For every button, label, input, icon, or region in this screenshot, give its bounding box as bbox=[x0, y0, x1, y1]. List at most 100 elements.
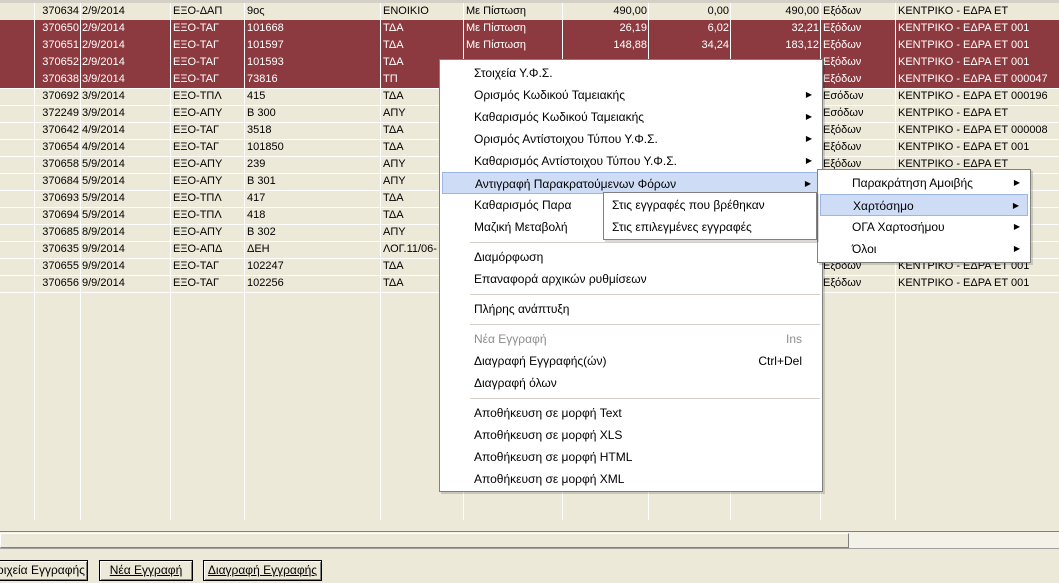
table-cell: 26,19 bbox=[619, 22, 647, 34]
table-cell: Εσόδων bbox=[823, 107, 864, 119]
table-cell: 370638 bbox=[42, 73, 79, 85]
table-cell: 370693 bbox=[42, 192, 79, 204]
table-cell: ΕΝΟΙΚΙΟ bbox=[383, 5, 429, 17]
context-menu-item[interactable]: Αποθήκευση σε μορφή XLS bbox=[442, 424, 820, 446]
table-cell: 102247 bbox=[247, 260, 284, 272]
table-cell: Εξόδων bbox=[823, 22, 862, 34]
table-cell: 370635 bbox=[42, 243, 79, 255]
submenu-item[interactable]: Στις επιλεγμένες εγγραφές bbox=[606, 216, 814, 238]
table-cell: ΕΞΟ-ΤΠΛ bbox=[173, 192, 222, 204]
context-menu-item[interactable]: Αποθήκευση σε μορφή Text bbox=[442, 402, 820, 424]
table-cell: 490,00 bbox=[785, 5, 819, 17]
table-cell bbox=[0, 224, 29, 241]
submenu-item-label: Στις επιλεγμένες εγγραφές bbox=[612, 220, 752, 234]
context-menu-item[interactable]: Νέα Εγγραφή Ins bbox=[442, 328, 820, 350]
delete-record-button[interactable]: Διαγραφή Εγγραφής bbox=[203, 560, 322, 581]
submenu-item[interactable]: Χαρτόσημο ▶ bbox=[820, 194, 1028, 216]
table-cell: 370658 bbox=[42, 158, 79, 170]
table-cell: ΔΕΗ bbox=[247, 243, 270, 255]
context-menu-item[interactable]: Αντιγραφή Παρακρατούμενων Φόρων ▶ bbox=[442, 172, 820, 194]
table-row[interactable]: 370650 2/9/2014 ΕΞΟ-ΤΑΓ 101668 ΤΔΑ Με Πίστωση… bbox=[0, 20, 1059, 38]
table-cell: ΚΕΝΤΡΙΚΟ - ΕΔΡΑ ΕΤ 001 bbox=[898, 141, 1030, 153]
table-cell: 34,24 bbox=[701, 39, 729, 51]
context-menu-item[interactable]: Διαγραφή Εγγραφής(ών) Ctrl+Del bbox=[442, 350, 820, 372]
table-cell: 73816 bbox=[247, 73, 278, 85]
context-menu-item-label: Αποθήκευση σε μορφή Text bbox=[474, 406, 622, 420]
context-menu-item[interactable]: Επαναφορά αρχικών ρυθμίσεων bbox=[442, 268, 820, 290]
new-record-label: Νέα Εγγραφή bbox=[109, 563, 183, 577]
submenu-item[interactable]: ΟΓΑ Χαρτοσήμου ▶ bbox=[820, 216, 1028, 238]
table-cell: 490,00 bbox=[613, 5, 647, 17]
context-menu-item-label: Διαγραφή όλων bbox=[474, 376, 557, 390]
table-cell: Εξόδων bbox=[823, 5, 862, 17]
table-cell: ΕΞΟ-ΤΑΓ bbox=[173, 56, 220, 68]
context-menu-item-label: Καθαρισμός Αντίστοιχου Τύπου Υ.Φ.Σ. bbox=[474, 154, 677, 168]
table-cell: ΕΞΟ-ΤΠΛ bbox=[173, 209, 222, 221]
context-menu-item[interactable]: Στοιχεία Υ.Φ.Σ. bbox=[442, 62, 820, 84]
table-cell: 370634 bbox=[42, 5, 79, 17]
table-cell: ΕΞΟ-ΤΑΓ bbox=[173, 22, 220, 34]
record-details-button[interactable]: οιχεία Εγγραφής bbox=[0, 560, 88, 581]
table-cell: 2/9/2014 bbox=[82, 56, 125, 68]
context-menu-item-label: Νέα Εγγραφή bbox=[474, 332, 547, 346]
submenu-item[interactable]: Στις εγγραφές που βρέθηκαν bbox=[606, 194, 814, 216]
table-cell: 370685 bbox=[42, 226, 79, 238]
menu-separator bbox=[470, 294, 820, 295]
table-cell: ΕΞΟ-ΑΠΔ bbox=[173, 243, 223, 255]
table-row[interactable]: 370634 2/9/2014 ΕΞΟ-ΔΑΠ 9ος ΕΝΟΙΚΙΟ Με Πίστωσ… bbox=[0, 3, 1059, 21]
context-menu-item-label: Διαγραφή Εγγραφής(ών) bbox=[474, 354, 607, 368]
table-cell: Εξόδων bbox=[823, 39, 862, 51]
table-cell: Εξόδων bbox=[823, 277, 862, 289]
table-cell: Β 300 bbox=[247, 107, 276, 119]
table-row[interactable]: 370651 2/9/2014 ΕΞΟ-ΤΑΓ 101597 ΤΔΑ Με Πίστωση… bbox=[0, 37, 1059, 55]
table-cell: 370654 bbox=[42, 141, 79, 153]
table-cell: 4/9/2014 bbox=[82, 124, 125, 136]
context-menu-item[interactable]: Διαμόρφωση bbox=[442, 246, 820, 268]
submenu-arrow-icon: ▶ bbox=[1013, 244, 1020, 253]
table-cell: 370650 bbox=[42, 22, 79, 34]
context-menu-item[interactable]: Διαγραφή όλων bbox=[442, 372, 820, 394]
menu-separator bbox=[470, 242, 820, 243]
table-cell: 101597 bbox=[247, 39, 284, 51]
context-menu-item[interactable]: Πλήρης ανάπτυξη bbox=[442, 298, 820, 320]
table-cell: ΕΞΟ-ΤΑΓ bbox=[173, 39, 220, 51]
bottom-toolbar: οιχεία Εγγραφής Νέα Εγγραφή Διαγραφή Εγγ… bbox=[0, 548, 1059, 583]
context-menu-item[interactable]: Καθαρισμός Κωδικού Ταμειακής ▶ bbox=[442, 106, 820, 128]
submenu-item[interactable]: Όλοι ▶ bbox=[820, 238, 1028, 260]
table-cell bbox=[0, 37, 29, 54]
scrollbar-thumb[interactable] bbox=[0, 533, 849, 548]
context-menu-item-label: Ορισμός Αντίστοιχου Τύπου Υ.Φ.Σ. bbox=[474, 132, 658, 146]
table-cell bbox=[0, 122, 29, 139]
submenu-arrow-icon: ▶ bbox=[1013, 178, 1020, 187]
table-cell: Εξόδων bbox=[823, 141, 862, 153]
table-cell: ΚΕΝΤΡΙΚΟ - ΕΔΡΑ ΕΤ 001 bbox=[898, 22, 1030, 34]
context-menu-item[interactable]: Αποθήκευση σε μορφή HTML bbox=[442, 446, 820, 468]
table-cell: 370655 bbox=[42, 260, 79, 272]
table-cell: Με Πίστωση bbox=[466, 22, 526, 34]
submenu-item-label: Παρακράτηση Αμοιβής bbox=[852, 176, 973, 190]
table-cell: Β 302 bbox=[247, 226, 276, 238]
context-menu-item[interactable]: Ορισμός Αντίστοιχου Τύπου Υ.Φ.Σ. ▶ bbox=[442, 128, 820, 150]
table-cell: ΕΞΟ-ΤΑΓ bbox=[173, 141, 220, 153]
table-cell bbox=[0, 190, 29, 207]
table-cell: 148,88 bbox=[613, 39, 647, 51]
grid-header-edge bbox=[0, 0, 1059, 3]
context-menu-item[interactable]: Αποθήκευση σε μορφή XML bbox=[442, 468, 820, 490]
table-cell: Εσόδων bbox=[823, 90, 864, 102]
table-cell: ΚΕΝΤΡΙΚΟ - ΕΔΡΑ ΕΤ 000047 bbox=[898, 73, 1048, 85]
table-cell: 3/9/2014 bbox=[82, 90, 125, 102]
table-cell: 3518 bbox=[247, 124, 272, 136]
context-menu-item[interactable]: Καθαρισμός Αντίστοιχου Τύπου Υ.Φ.Σ. ▶ bbox=[442, 150, 820, 172]
shortcut-hint: Ins bbox=[785, 332, 802, 346]
context-menu-item[interactable]: Ορισμός Κωδικού Ταμειακής ▶ bbox=[442, 84, 820, 106]
table-cell: Εξόδων bbox=[823, 56, 862, 68]
horizontal-scrollbar[interactable] bbox=[0, 531, 1059, 548]
submenu-item-label: Όλοι bbox=[852, 242, 877, 256]
new-record-button[interactable]: Νέα Εγγραφή bbox=[99, 560, 193, 581]
table-cell: ΕΞΟ-ΤΑΓ bbox=[173, 277, 220, 289]
table-cell: 3/9/2014 bbox=[82, 73, 125, 85]
table-cell: 32,21 bbox=[791, 22, 819, 34]
submenu-item[interactable]: Παρακράτηση Αμοιβής ▶ bbox=[820, 172, 1028, 194]
column-divider bbox=[170, 0, 171, 520]
context-menu-item-label: Επαναφορά αρχικών ρυθμίσεων bbox=[474, 272, 647, 286]
